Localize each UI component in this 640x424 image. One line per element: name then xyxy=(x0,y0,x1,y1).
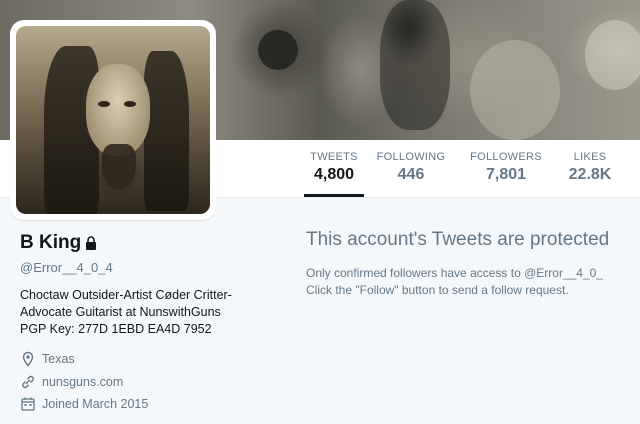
profile-name[interactable]: B King xyxy=(20,232,81,254)
stat-tweets[interactable]: TWEETS 4,800 xyxy=(304,140,364,197)
protected-line: Only confirmed followers have access to … xyxy=(306,266,603,280)
bio-line: Choctaw Outsider-Artist Cøder Critter- xyxy=(20,288,232,302)
banner-shape xyxy=(585,20,640,90)
profile-website: nunsguns.com xyxy=(20,374,123,390)
profile-bio: Choctaw Outsider-Artist Cøder Critter- A… xyxy=(20,287,290,338)
stat-value: 7,801 xyxy=(485,166,527,183)
profile-name-row: B King xyxy=(20,232,97,254)
bio-line: PGP Key: 277D 1EBD EA4D 7952 xyxy=(20,322,212,336)
joined-text: Joined March 2015 xyxy=(42,397,149,411)
stat-label: FOLLOWING xyxy=(376,151,446,163)
avatar-frame[interactable] xyxy=(10,20,216,220)
avatar xyxy=(16,26,210,214)
stat-label: LIKES xyxy=(573,151,607,163)
location-pin-icon xyxy=(22,351,34,367)
stat-value: 4,800 xyxy=(313,166,355,183)
banner-shape xyxy=(380,0,450,130)
stat-label: FOLLOWERS xyxy=(470,151,542,163)
stat-value: 22.8K xyxy=(568,166,612,183)
protected-notice-text: Only confirmed followers have access to … xyxy=(306,265,640,299)
link-icon xyxy=(22,375,34,389)
profile-location: Texas xyxy=(20,351,75,367)
calendar-icon xyxy=(21,397,35,411)
stat-following[interactable]: FOLLOWING 446 xyxy=(376,140,446,198)
stat-value: 446 xyxy=(397,166,425,183)
protected-line: Click the "Follow" button to send a foll… xyxy=(306,283,569,297)
protected-notice-title: This account's Tweets are protected xyxy=(306,229,610,250)
stat-label: TWEETS xyxy=(310,151,358,163)
lock-icon xyxy=(86,236,97,250)
stat-likes[interactable]: LIKES 22.8K xyxy=(565,140,615,198)
profile-joined: Joined March 2015 xyxy=(20,396,148,412)
location-text: Texas xyxy=(42,352,75,366)
bio-line: Advocate Guitarist at NunswithGuns xyxy=(20,305,221,319)
banner-shape xyxy=(470,40,560,140)
banner-shape xyxy=(258,30,298,70)
stat-followers[interactable]: FOLLOWERS 7,801 xyxy=(470,140,542,198)
profile-handle[interactable]: @Error__4_0_4 xyxy=(20,260,113,275)
website-link[interactable]: nunsguns.com xyxy=(42,375,123,389)
